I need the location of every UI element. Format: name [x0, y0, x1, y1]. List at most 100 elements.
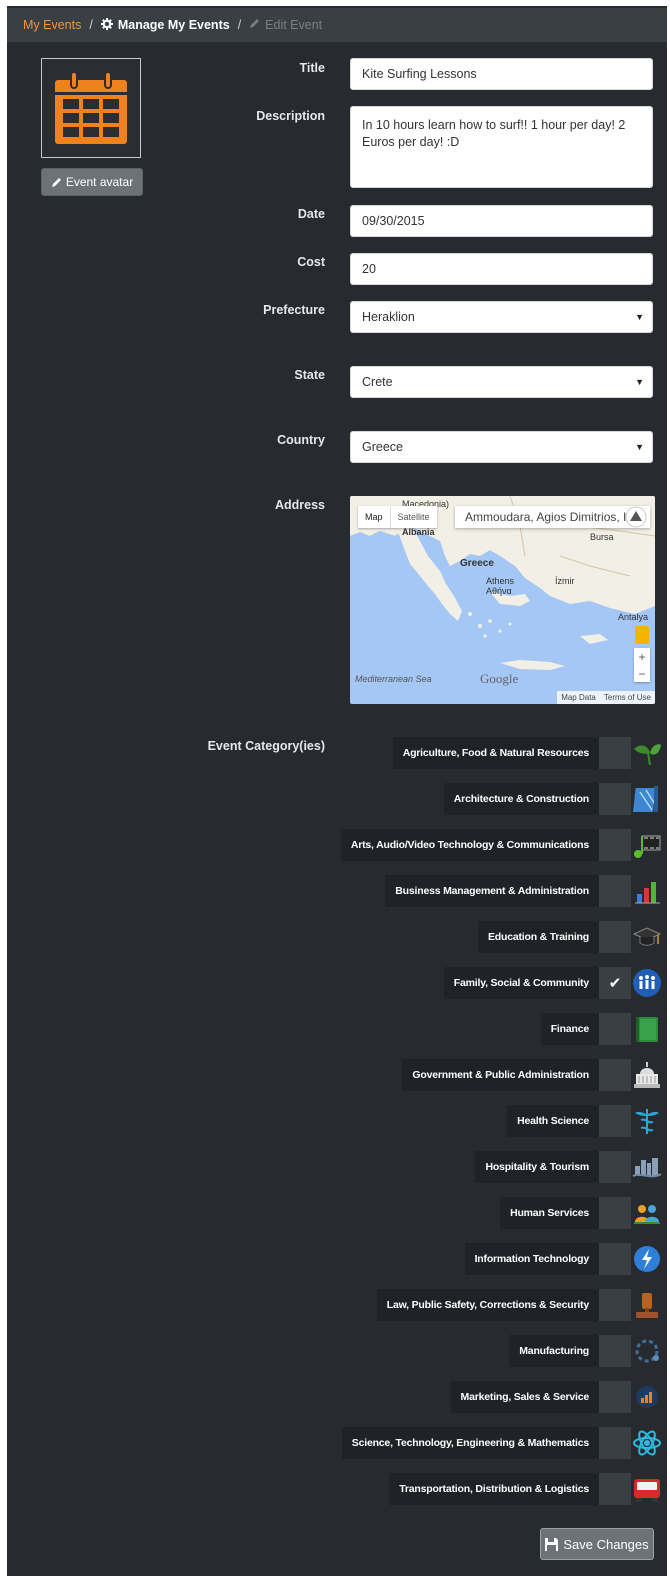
date-input[interactable]: 09/30/2015 [350, 205, 653, 237]
music-film-icon [631, 829, 663, 861]
map-type-satellite-button[interactable]: Satellite [389, 506, 437, 528]
zoom-in-button[interactable]: + [638, 650, 645, 664]
family-icon [631, 967, 663, 999]
compass-icon[interactable] [625, 506, 647, 528]
event-category-label: Event Category(ies) [207, 739, 325, 753]
gavel-icon [631, 1289, 663, 1321]
category-checkbox[interactable] [599, 1105, 631, 1137]
breadcrumb-separator: / [237, 18, 242, 32]
category-checkbox[interactable] [599, 1289, 631, 1321]
category-row-agriculture[interactable]: Agriculture, Food & Natural Resources [392, 737, 663, 769]
category-row-arts[interactable]: Arts, Audio/Video Technology & Communica… [340, 829, 663, 861]
category-checkbox[interactable] [599, 1473, 631, 1505]
map-terms-link[interactable]: Terms of Use [600, 693, 655, 702]
category-checkbox[interactable] [599, 737, 631, 769]
address-map[interactable]: Macedonia) Albania Greece Athens Αθήνα İ… [350, 496, 655, 704]
category-row-family[interactable]: Family, Social & Community ✔ [443, 967, 663, 999]
floppy-disk-icon [545, 1537, 559, 1551]
bar-chart-icon [631, 875, 663, 907]
caret-down-icon: ▼ [635, 312, 644, 322]
category-checkbox[interactable] [599, 875, 631, 907]
cost-input[interactable]: 20 [350, 253, 653, 285]
breadcrumb-manage-label: Manage My Events [117, 18, 230, 32]
category-row-transportation[interactable]: Transportation, Distribution & Logistics [389, 1473, 663, 1505]
category-checkbox[interactable] [599, 1059, 631, 1091]
title-value: Kite Surfing Lessons [362, 67, 477, 81]
map-label-izmir: İzmir [555, 576, 575, 586]
map-type-map-button[interactable]: Map [358, 506, 390, 528]
category-row-business[interactable]: Business Management & Administration [385, 875, 663, 907]
date-value: 09/30/2015 [362, 214, 425, 228]
street-view-pegman-icon[interactable] [635, 626, 649, 644]
category-label: Business Management & Administration [385, 875, 599, 907]
category-checkbox[interactable] [599, 1381, 631, 1413]
category-row-hospitality[interactable]: Hospitality & Tourism [475, 1151, 663, 1183]
description-textarea[interactable]: In 10 hours learn how to surf!! 1 hour p… [350, 106, 653, 188]
ledger-icon [631, 1013, 663, 1045]
prefecture-value: Heraklion [362, 310, 415, 324]
map-data-link[interactable]: Map Data [557, 693, 600, 702]
state-label: State [294, 368, 325, 382]
category-row-human-services[interactable]: Human Services [500, 1197, 663, 1229]
category-row-health[interactable]: Health Science [507, 1105, 663, 1137]
chain-icon [631, 1335, 663, 1367]
category-label: Marketing, Sales & Service [450, 1381, 599, 1413]
breadcrumb-my-events[interactable]: My Events [23, 18, 81, 32]
category-row-stem[interactable]: Science, Technology, Engineering & Mathe… [341, 1427, 663, 1459]
category-checkbox[interactable] [599, 921, 631, 953]
description-label: Description [256, 109, 325, 123]
map-label-athens-gr: Αθήνα [486, 586, 512, 596]
date-label: Date [297, 207, 325, 221]
category-checkbox[interactable] [599, 1013, 631, 1045]
category-label: Government & Public Administration [402, 1059, 599, 1091]
category-row-finance[interactable]: Finance [540, 1013, 663, 1045]
category-label: Education & Training [477, 921, 599, 953]
prefecture-label: Prefecture [263, 303, 325, 317]
category-label: Architecture & Construction [443, 783, 599, 815]
category-row-government[interactable]: Government & Public Administration [402, 1059, 663, 1091]
category-checkbox[interactable] [599, 829, 631, 861]
prefecture-select[interactable]: Heraklion ▼ [350, 301, 653, 333]
map-address-search[interactable]: Ammoudara, Agios Dimitrios, Ira [455, 506, 650, 528]
category-label: Human Services [500, 1197, 599, 1229]
graduation-cap-icon [631, 921, 663, 953]
caret-down-icon: ▼ [635, 377, 644, 387]
map-label-greece: Greece [460, 558, 494, 569]
category-row-architecture[interactable]: Architecture & Construction [443, 783, 663, 815]
category-checkbox[interactable] [599, 1243, 631, 1275]
category-checkbox[interactable] [599, 1197, 631, 1229]
category-checkbox[interactable] [599, 1427, 631, 1459]
category-row-education[interactable]: Education & Training [477, 921, 663, 953]
category-label: Information Technology [464, 1243, 599, 1275]
category-label: Transportation, Distribution & Logistics [389, 1473, 599, 1505]
category-row-law[interactable]: Law, Public Safety, Corrections & Securi… [376, 1289, 663, 1321]
save-changes-button[interactable]: Save Changes [540, 1528, 654, 1560]
event-avatar-button[interactable]: Event avatar [41, 168, 143, 196]
caduceus-icon [631, 1105, 663, 1137]
category-checkbox[interactable] [599, 783, 631, 815]
category-checkbox[interactable] [599, 1335, 631, 1367]
capitol-icon [631, 1059, 663, 1091]
pencil-icon [249, 18, 260, 32]
category-checkbox-checked[interactable]: ✔ [599, 967, 631, 999]
category-label: Arts, Audio/Video Technology & Communica… [340, 829, 599, 861]
people-icon [631, 1197, 663, 1229]
leaf-icon [631, 737, 663, 769]
category-row-it[interactable]: Information Technology [464, 1243, 663, 1275]
category-label: Health Science [507, 1105, 599, 1137]
category-row-manufacturing[interactable]: Manufacturing [509, 1335, 663, 1367]
calendar-icon [55, 71, 127, 144]
category-checkbox[interactable] [599, 1151, 631, 1183]
state-select[interactable]: Crete ▼ [350, 366, 653, 398]
breadcrumb-edit-event: Edit Event [249, 18, 322, 32]
country-select[interactable]: Greece ▼ [350, 431, 653, 463]
category-row-marketing[interactable]: Marketing, Sales & Service [450, 1381, 663, 1413]
breadcrumb-manage-my-events[interactable]: Manage My Events [100, 17, 230, 33]
zoom-out-button[interactable]: − [638, 667, 645, 681]
category-label: Manufacturing [509, 1335, 599, 1367]
cost-value: 20 [362, 262, 376, 276]
event-avatar [41, 58, 141, 158]
category-label: Finance [540, 1013, 599, 1045]
title-input[interactable]: Kite Surfing Lessons [350, 58, 653, 90]
save-changes-label: Save Changes [563, 1536, 649, 1552]
